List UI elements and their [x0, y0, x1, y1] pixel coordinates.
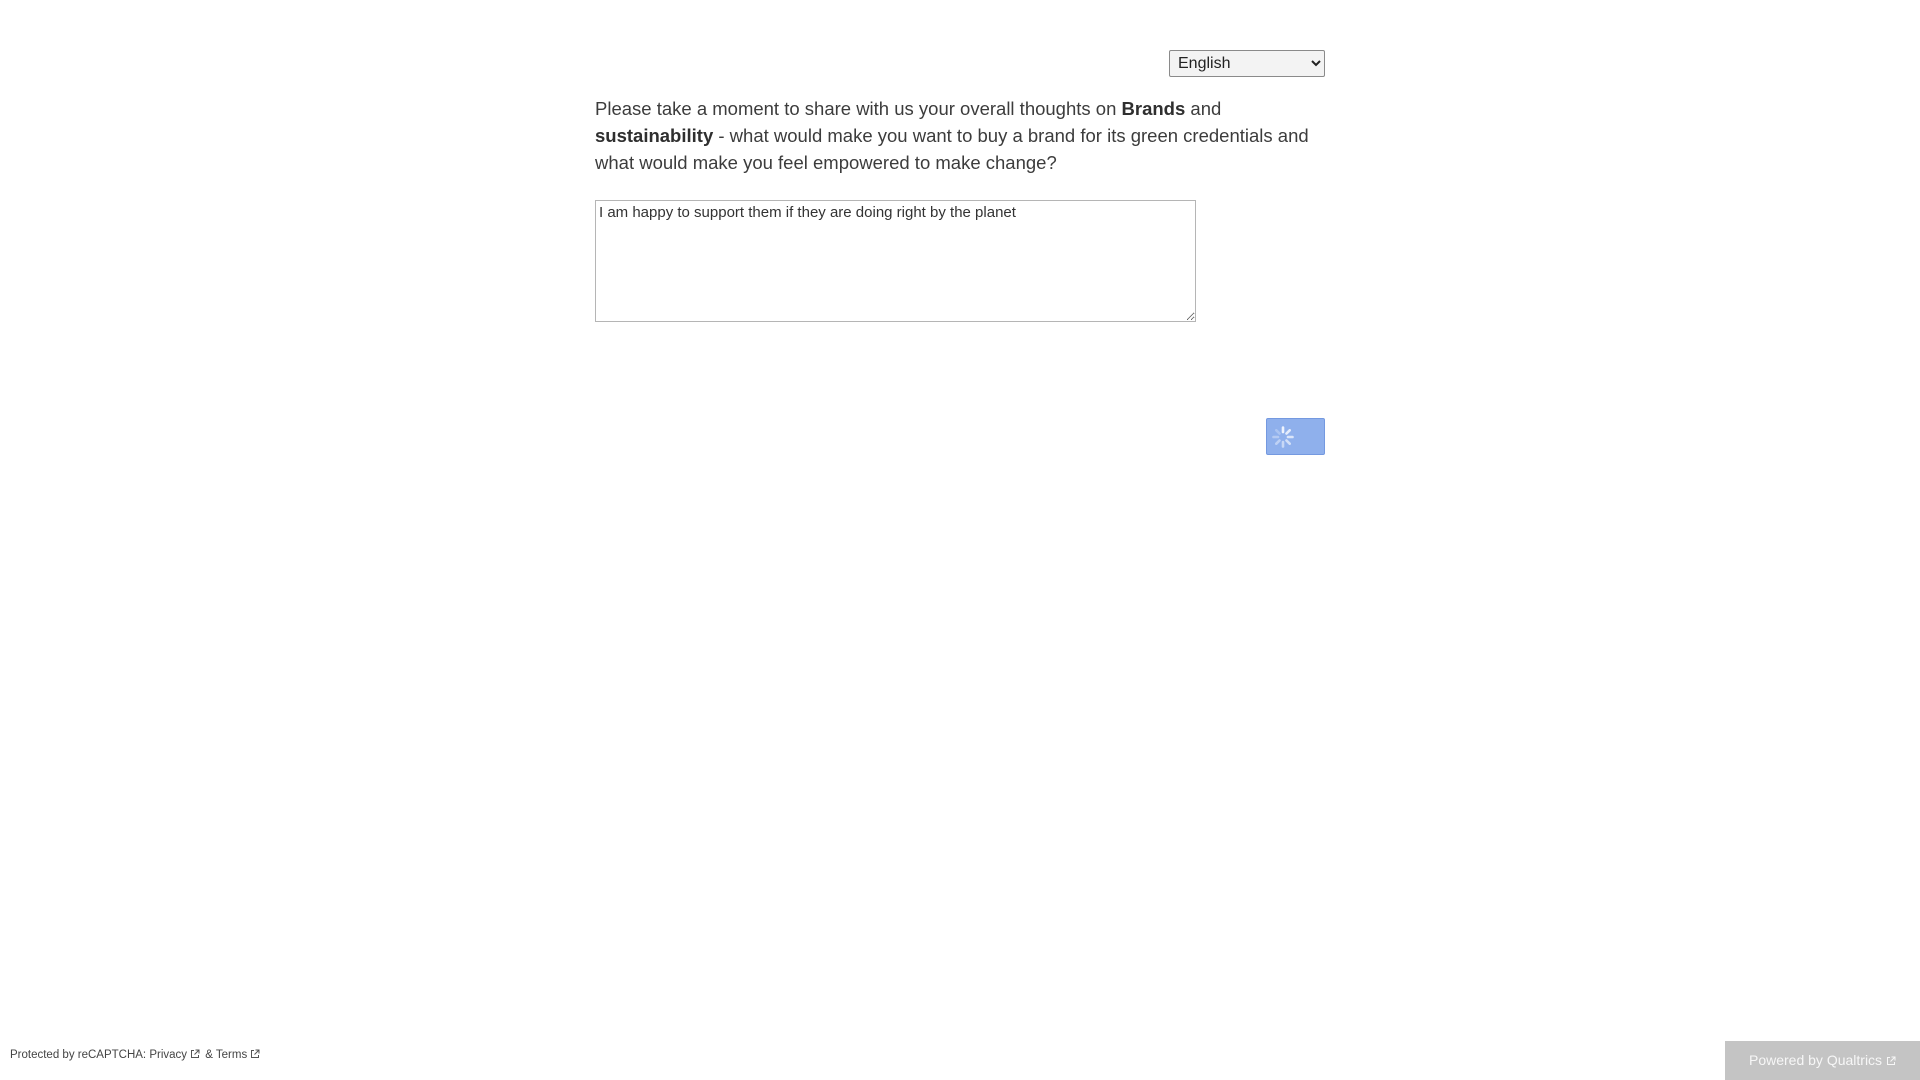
question-text-before: Please take a moment to share with us yo… — [595, 98, 1122, 119]
privacy-link[interactable]: Privacy — [149, 1049, 202, 1061]
next-button[interactable] — [1266, 418, 1325, 455]
question-bold-sustainability: sustainability — [595, 125, 714, 146]
question-text-middle: and — [1185, 98, 1222, 119]
privacy-link-label: Privacy — [149, 1049, 188, 1061]
powered-by-label: Powered by Qualtrics — [1749, 1052, 1883, 1068]
question-bold-brands: Brands — [1121, 98, 1186, 119]
terms-link-label: Terms — [215, 1049, 248, 1061]
terms-link[interactable]: Terms — [216, 1049, 262, 1061]
external-link-icon — [251, 1049, 260, 1058]
answer-textarea[interactable]: I am happy to support them if they are d… — [595, 200, 1196, 322]
loading-spinner-icon — [1272, 426, 1294, 448]
powered-by-qualtrics-link[interactable]: Powered by Qualtrics — [1725, 1041, 1920, 1080]
survey-page: English Please take a moment to share wi… — [0, 0, 1920, 1080]
language-select[interactable]: English — [1169, 50, 1325, 77]
recaptcha-separator: & — [202, 1049, 216, 1061]
recaptcha-prefix: Protected by reCAPTCHA: — [10, 1049, 150, 1061]
external-link-icon — [1887, 1056, 1896, 1065]
external-link-icon — [191, 1049, 200, 1058]
question-text: Please take a moment to share with us yo… — [595, 95, 1330, 176]
recaptcha-notice: Protected by reCAPTCHA: Privacy & Terms — [10, 1049, 262, 1061]
